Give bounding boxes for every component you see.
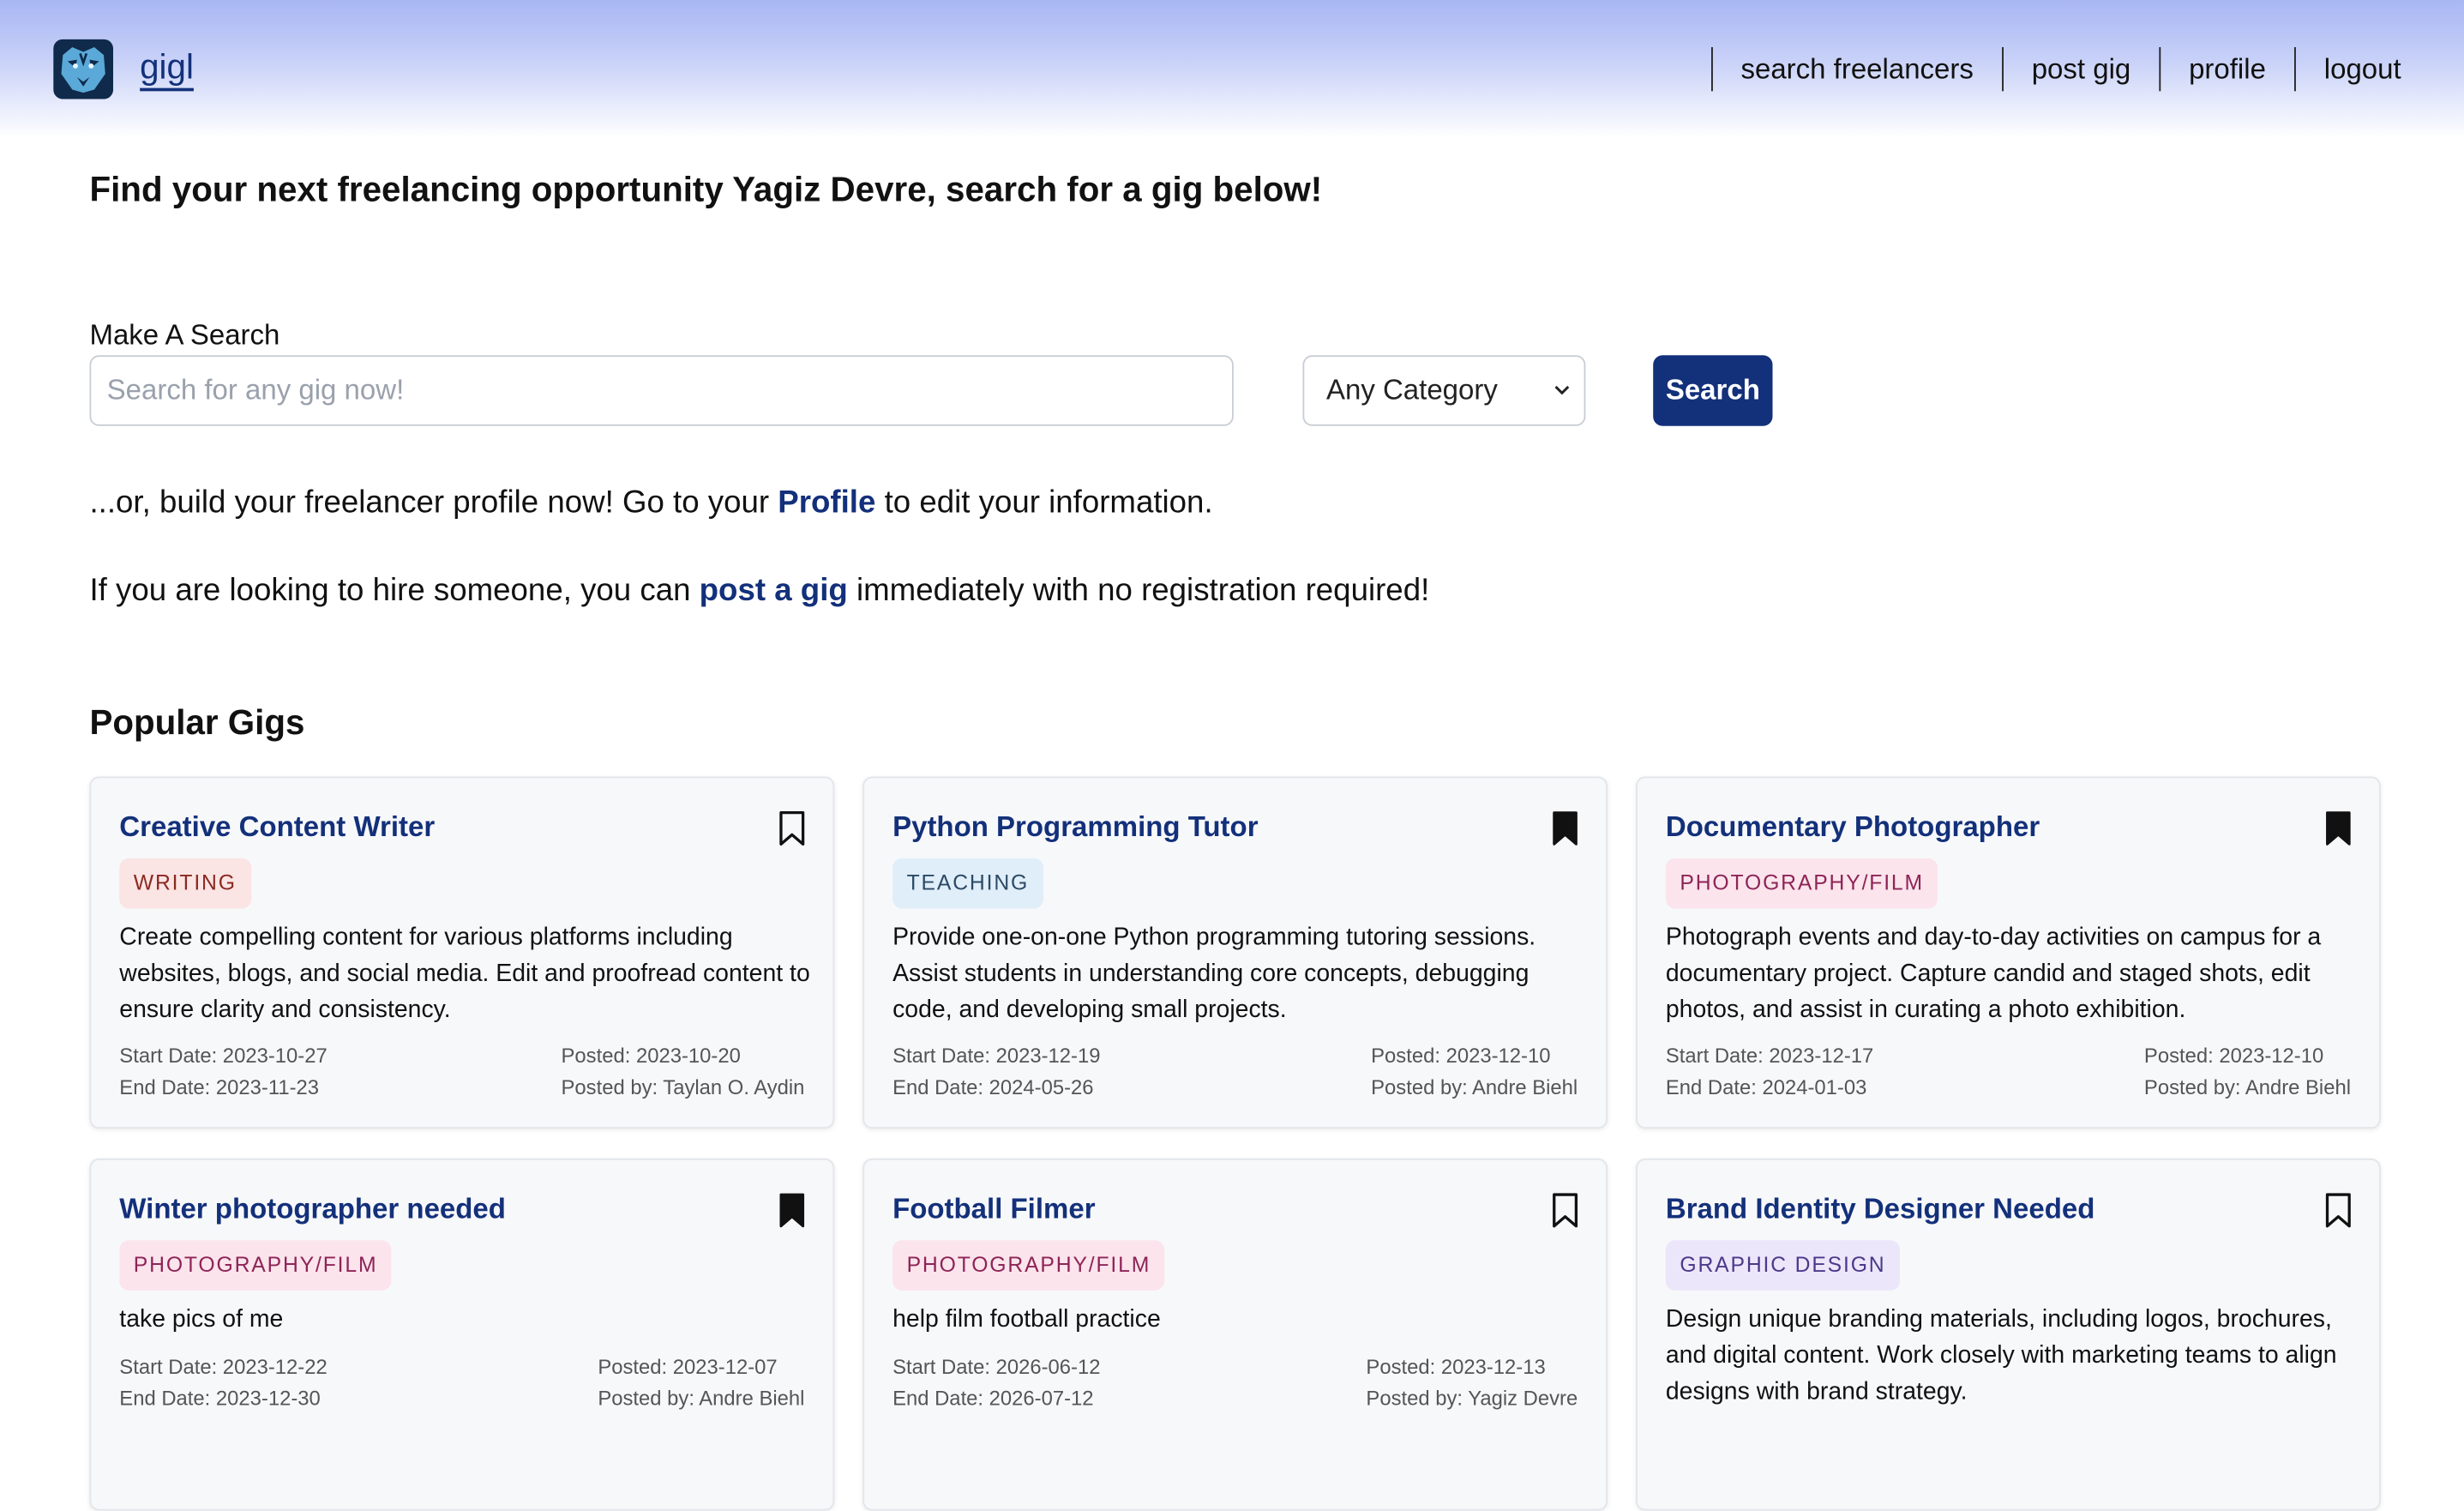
gig-title[interactable]: Python Programming Tutor [892,811,1258,844]
gig-start-date: Start Date: 2023-10-27 [119,1044,328,1068]
brand-home-link[interactable]: gigl [140,47,194,88]
gig-card[interactable]: Football Filmer PHOTOGRAPHY/FILM help fi… [862,1158,1608,1511]
gig-title[interactable]: Winter photographer needed [119,1193,506,1225]
popular-gigs-title: Popular Gigs [89,702,305,743]
gig-posted-by: Posted by: Yagiz Devre [1366,1386,1578,1411]
gig-dates: Start Date: 2023-12-22 End Date: 2023-12… [119,1351,327,1414]
gig-end-date: End Date: 2023-12-30 [119,1386,321,1411]
hire-prompt: If you are looking to hire someone, you … [89,574,1429,610]
bookmark-filled-icon[interactable] [2323,810,2354,847]
category-select[interactable]: Any Category [1302,355,1586,426]
nav-logout[interactable]: logout [2293,46,2401,92]
gig-card[interactable]: Creative Content Writer WRITING Create c… [89,776,835,1129]
gig-start-date: Start Date: 2023-12-19 [892,1044,1101,1068]
hire-prompt-text-end: immediately with no registration require… [847,574,1430,609]
gig-posted-info: Posted: 2023-12-10 Posted by: Andre Bieh… [2144,1040,2351,1103]
gig-card[interactable]: Brand Identity Designer Needed GRAPHIC D… [1636,1158,2381,1511]
gig-start-date: Start Date: 2026-06-12 [892,1355,1101,1379]
gig-start-date: Start Date: 2023-12-22 [119,1355,328,1379]
gig-posted-date: Posted: 2023-12-10 [1371,1044,1551,1068]
gig-posted-date: Posted: 2023-12-13 [1366,1355,1546,1379]
gig-end-date: End Date: 2024-01-03 [1665,1075,1867,1099]
gig-card[interactable]: Documentary Photographer PHOTOGRAPHY/FIL… [1636,776,2381,1129]
gig-description: Design unique branding materials, includ… [1665,1306,2337,1406]
page-headline: Find your next freelancing opportunity Y… [89,169,1323,209]
top-navbar: gigl search freelancers post gig profile… [0,0,2464,139]
profile-prompt-text: ...or, build your freelancer profile now… [89,485,778,521]
category-tag: PHOTOGRAPHY/FILM [892,1240,1165,1291]
bookmark-icon[interactable] [776,810,808,847]
category-tag: TEACHING [892,858,1043,909]
category-selected-value: Any Category [1325,374,1498,406]
profile-prompt-text-end: to edit your information. [875,485,1213,521]
gig-title[interactable]: Brand Identity Designer Needed [1666,1193,2094,1225]
category-tag: PHOTOGRAPHY/FILM [1665,858,1938,909]
chevron-down-icon [1554,385,1570,395]
gig-title[interactable]: Creative Content Writer [119,811,435,844]
gig-posted-info: Posted: 2023-12-07 Posted by: Andre Bieh… [598,1351,804,1414]
search-label: Make A Search [89,319,280,351]
nav-search-freelancers[interactable]: search freelancers [1710,46,2002,92]
gig-search-input[interactable] [89,355,1234,426]
gig-posted-by: Posted by: Andre Biehl [1371,1075,1578,1099]
gig-end-date: End Date: 2026-07-12 [892,1386,1094,1411]
gig-posted-by: Posted by: Taylan O. Aydin [561,1075,805,1099]
bookmark-filled-icon[interactable] [1549,810,1581,847]
search-button[interactable]: Search [1653,355,1773,426]
category-tag: WRITING [119,858,251,909]
gig-description: Provide one-on-one Python programming tu… [892,924,1536,1024]
gig-end-date: End Date: 2023-11-23 [119,1075,320,1099]
gig-posted-date: Posted: 2023-12-07 [598,1355,778,1379]
gig-end-date: End Date: 2024-05-26 [892,1075,1094,1099]
gig-card[interactable]: Python Programming Tutor TEACHING Provid… [862,776,1608,1129]
hire-prompt-text: If you are looking to hire someone, you … [89,574,700,609]
main-nav: search freelancers post gig profile logo… [1710,46,2401,92]
gig-card[interactable]: Winter photographer needed PHOTOGRAPHY/F… [89,1158,835,1511]
profile-prompt: ...or, build your freelancer profile now… [89,485,1212,521]
gig-posted-date: Posted: 2023-12-10 [2143,1044,2324,1068]
post-gig-link[interactable]: post a gig [700,574,848,608]
gig-dates: Start Date: 2023-10-27 End Date: 2023-11… [119,1040,327,1103]
gig-description: Create compelling content for various pl… [119,924,810,1024]
gig-description: take pics of me [119,1306,284,1333]
gig-start-date: Start Date: 2023-12-17 [1665,1044,1874,1068]
gig-dates: Start Date: 2023-12-17 End Date: 2024-01… [1666,1040,1873,1103]
bookmark-icon[interactable] [2323,1191,2354,1229]
bookmark-icon[interactable] [1549,1191,1581,1229]
nav-profile[interactable]: profile [2159,46,2294,92]
gig-description: Photograph events and day-to-day activit… [1665,924,2322,1024]
gig-posted-info: Posted: 2023-10-20 Posted by: Taylan O. … [562,1040,805,1103]
gig-posted-by: Posted by: Andre Biehl [598,1386,805,1411]
gig-description: help film football practice [892,1306,1161,1333]
bookmark-filled-icon[interactable] [776,1191,808,1229]
gig-dates: Start Date: 2023-12-19 End Date: 2024-05… [892,1040,1100,1103]
gig-posted-date: Posted: 2023-10-20 [561,1044,741,1068]
category-tag: PHOTOGRAPHY/FILM [119,1240,392,1291]
gig-title[interactable]: Documentary Photographer [1666,811,2040,844]
gig-title[interactable]: Football Filmer [892,1193,1095,1225]
gig-posted-by: Posted by: Andre Biehl [2143,1075,2352,1099]
gig-dates: Start Date: 2026-06-12 End Date: 2026-07… [892,1351,1100,1414]
profile-link[interactable]: Profile [778,485,875,520]
gig-posted-info: Posted: 2023-12-10 Posted by: Andre Bieh… [1371,1040,1578,1103]
gig-posted-info: Posted: 2023-12-13 Posted by: Yagiz Devr… [1366,1351,1578,1414]
gig-card-grid: Creative Content Writer WRITING Create c… [89,776,2381,1511]
nav-post-gig[interactable]: post gig [2001,46,2159,92]
tiger-logo-icon[interactable] [53,39,113,99]
category-tag: GRAPHIC DESIGN [1665,1240,1901,1291]
